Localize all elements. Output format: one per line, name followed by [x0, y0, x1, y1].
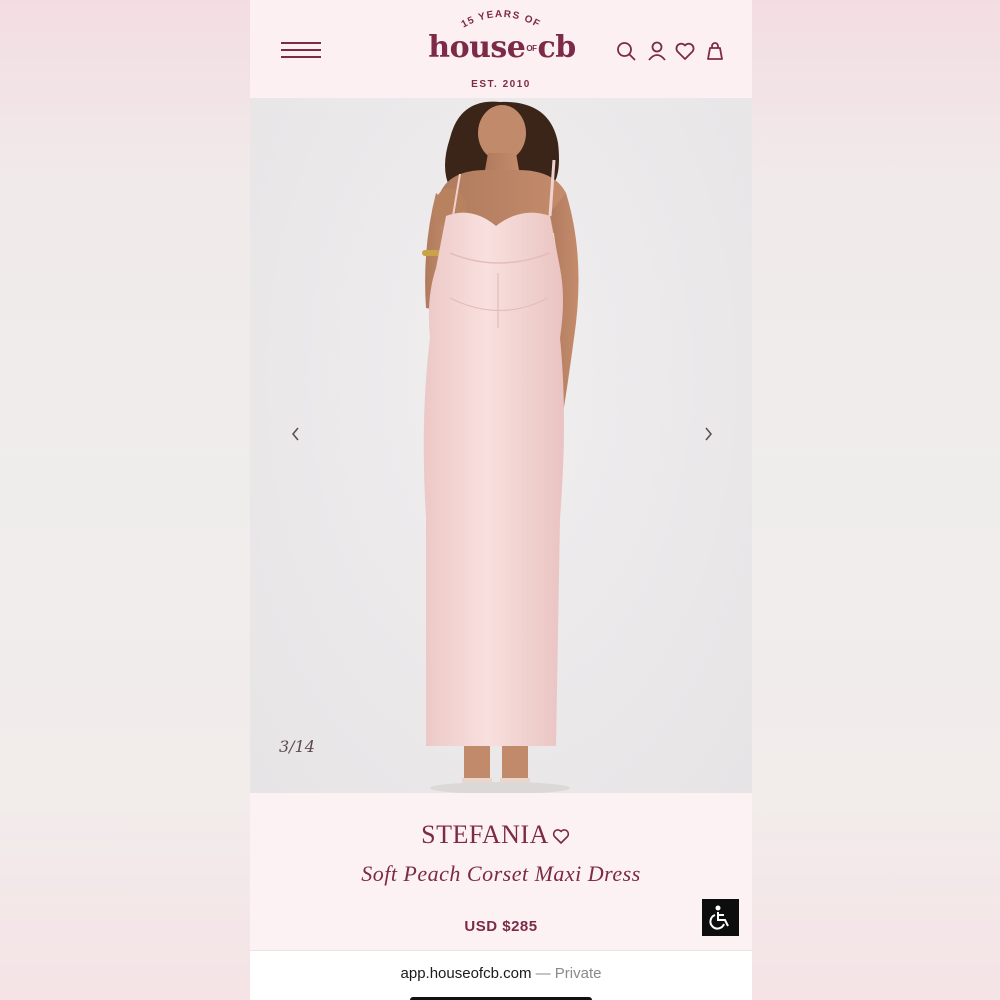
product-info: STEFANIA Soft Peach Corset Maxi Dress US… [250, 793, 752, 950]
product-name: STEFANIA [421, 820, 549, 849]
product-price: USD $285 [464, 918, 538, 935]
image-counter: 3/14 [279, 737, 315, 756]
logo-cb: cb [537, 30, 576, 65]
url-separator: — [535, 965, 551, 982]
browsing-mode: Private [554, 965, 602, 982]
chevron-left-icon[interactable] [286, 424, 306, 444]
logo-of: OF [526, 44, 537, 53]
logo-anniversary-text: 15 YEARS OF [460, 9, 543, 30]
svg-text:15 YEARS OF: 15 YEARS OF [460, 9, 543, 30]
product-photo [422, 101, 579, 793]
wheelchair-icon[interactable] [702, 899, 739, 936]
chevron-right-icon[interactable] [698, 424, 718, 444]
heart-outline-icon[interactable] [552, 827, 570, 845]
logo-established: EST. 2010 [471, 79, 531, 90]
logo-house: house [428, 30, 526, 65]
account-icon[interactable] [646, 40, 668, 62]
wishlist-heart-icon[interactable] [674, 40, 696, 62]
menu-icon[interactable] [281, 42, 321, 60]
brand-logo[interactable]: houseOFcb [426, 28, 578, 68]
url-text: app.houseofcb.com [400, 965, 532, 982]
browser-url-display[interactable]: app.houseofcb.com — Private [250, 965, 752, 985]
browser-address-bar[interactable]: app.houseofcb.com — Private [250, 950, 752, 1000]
search-icon[interactable] [615, 40, 637, 62]
shopping-bag-icon[interactable] [704, 40, 726, 62]
site-header: 15 YEARS OF houseOFcb EST. 2010 [250, 0, 752, 98]
phone-screen: 15 YEARS OF houseOFcb EST. 2010 3/14 STE… [250, 0, 752, 1000]
product-subtitle: Soft Peach Corset Maxi Dress [361, 861, 641, 886]
product-image-gallery[interactable]: 3/14 [250, 98, 752, 793]
